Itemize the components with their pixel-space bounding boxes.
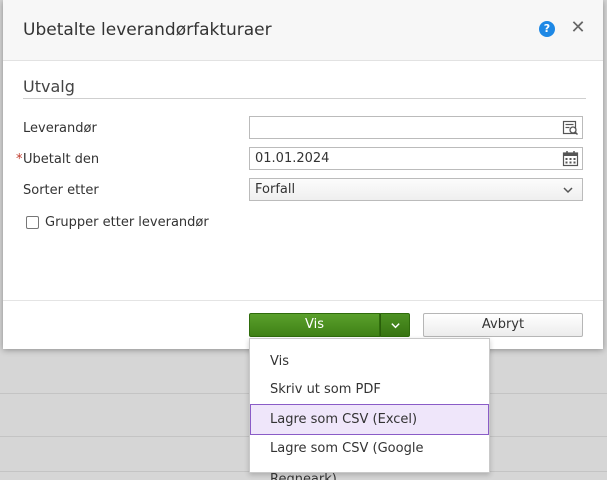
supplier-label: Leverandør: [23, 121, 97, 136]
sort-by-select[interactable]: Forfall: [249, 178, 583, 201]
sort-by-label: Sorter etter: [23, 183, 99, 198]
section-title: Utvalg: [23, 77, 75, 96]
group-by-supplier-label: Grupper etter leverandør: [45, 215, 209, 230]
help-icon[interactable]: ?: [539, 21, 555, 37]
menu-item-save-csv-google-sheets[interactable]: Lagre som CSV (Google Regneark): [250, 433, 489, 480]
paid-on-label-text: Ubetalt den: [23, 152, 100, 167]
chevron-down-icon: [390, 323, 400, 329]
menu-item-save-csv-excel[interactable]: Lagre som CSV (Excel): [250, 404, 489, 435]
group-by-supplier-checkbox[interactable]: [26, 216, 39, 229]
unpaid-invoices-dialog: Ubetalte leverandørfakturaer ? ✕ Utvalg …: [3, 0, 603, 349]
dialog-title: Ubetalte leverandørfakturaer: [23, 20, 272, 40]
close-icon[interactable]: ✕: [570, 18, 586, 38]
section-divider: [23, 98, 586, 99]
search-list-icon[interactable]: [562, 119, 579, 136]
cancel-button[interactable]: Avbryt: [423, 313, 583, 337]
output-options-menu: Vis Skriv ut som PDF Lagre som CSV (Exce…: [249, 338, 490, 480]
calendar-icon[interactable]: [562, 150, 579, 167]
supplier-input[interactable]: [249, 116, 583, 139]
menu-item-print-pdf[interactable]: Skriv ut som PDF: [250, 374, 489, 405]
show-button[interactable]: Vis: [249, 313, 380, 337]
menu-item-show[interactable]: Vis: [250, 346, 489, 377]
paid-on-label: * Ubetalt den: [16, 152, 100, 167]
group-by-supplier-option[interactable]: Grupper etter leverandør: [26, 215, 209, 230]
required-marker: *: [16, 152, 23, 167]
show-options-toggle[interactable]: [380, 313, 410, 337]
sort-by-value: Forfall: [255, 182, 296, 197]
paid-on-value: 01.01.2024: [255, 151, 330, 166]
footer-divider: [3, 300, 603, 301]
dialog-header: Ubetalte leverandørfakturaer ? ✕: [3, 0, 603, 61]
paid-on-date-input[interactable]: 01.01.2024: [249, 147, 583, 170]
chevron-down-icon: [563, 187, 573, 194]
